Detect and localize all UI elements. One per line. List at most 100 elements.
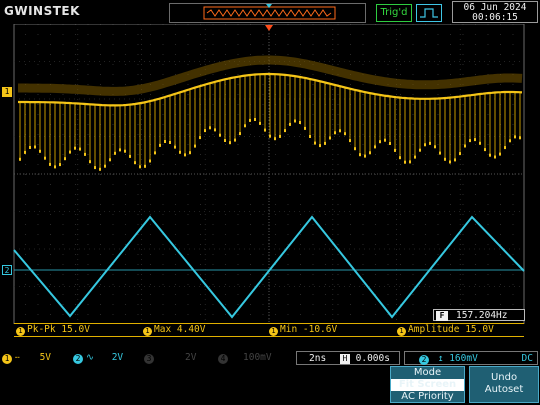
ch1-spike-tip bbox=[94, 166, 96, 170]
ch1-source-icon: 1 bbox=[143, 327, 152, 336]
ch3-number-icon: 3 bbox=[144, 354, 154, 364]
trigger-status-badge: Trig'd bbox=[376, 4, 412, 22]
ch1-spike-tip bbox=[379, 140, 381, 144]
ch1-spike-tip bbox=[449, 160, 451, 164]
time-text: 00:06:15 bbox=[472, 12, 518, 23]
ch4-number-icon: 4 bbox=[218, 354, 228, 364]
ch4-status[interactable]: 4 100mV bbox=[218, 351, 272, 365]
rising-edge-icon: ↥ bbox=[437, 353, 444, 364]
ch1-spike-tip bbox=[329, 136, 331, 140]
ch1-spike-tip bbox=[504, 146, 506, 150]
ch1-spike-tip bbox=[384, 138, 386, 142]
status-bar: 1 ╌ 5V 2 ∿ 2V 3 2V 4 100mV 2ns H 0.000s 2 ↥ … bbox=[0, 351, 540, 365]
frequency-value: 157.204Hz bbox=[456, 310, 508, 321]
ch1-spike-tip bbox=[409, 160, 411, 164]
ch1-spike-tip bbox=[119, 148, 121, 152]
ch1-spike-tip bbox=[454, 158, 456, 162]
ch1-spike-tip bbox=[474, 138, 476, 142]
ch1-ground-marker[interactable]: 1 bbox=[2, 87, 12, 97]
ch1-spike-tip bbox=[59, 163, 61, 167]
ch1-spike-tip bbox=[494, 155, 496, 159]
ch1-spike-tip bbox=[414, 155, 416, 159]
ch1-status[interactable]: 1 ╌ 5V bbox=[2, 351, 51, 365]
ch1-spike-tip bbox=[344, 132, 346, 136]
ch1-spike-tip bbox=[369, 151, 371, 155]
ch1-spike-tip bbox=[479, 141, 481, 145]
trigger-edge-icon bbox=[416, 4, 442, 22]
ch1-spike-tip bbox=[269, 134, 271, 138]
ch1-spike-tip bbox=[304, 126, 306, 130]
measurement-min[interactable]: 1 Min -10.6V bbox=[269, 324, 337, 336]
ch3-status[interactable]: 3 2V bbox=[144, 351, 196, 365]
measurement-max[interactable]: 1 Max 4.40V bbox=[143, 324, 205, 336]
mode-option-fit-screen[interactable]: Fit Screen bbox=[391, 379, 464, 391]
ch1-spike-tip bbox=[444, 157, 446, 161]
dc-coupling-icon: ╌ bbox=[15, 353, 20, 362]
ch1-spike-tip bbox=[309, 135, 311, 138]
ch1-spike-tip bbox=[129, 154, 131, 158]
ch1-spike-tip bbox=[284, 129, 286, 133]
ch1-spike-tip bbox=[124, 149, 126, 153]
ch1-spike-tip bbox=[259, 121, 261, 125]
ch2-status[interactable]: 2 ∿ 2V bbox=[73, 351, 123, 365]
frequency-icon: F bbox=[436, 311, 448, 321]
memory-overview[interactable] bbox=[169, 3, 366, 23]
ch1-spike-tip bbox=[174, 145, 176, 149]
ch1-spike-tip bbox=[509, 139, 511, 143]
ch1-source-icon: 1 bbox=[397, 327, 406, 336]
ch1-spike-tip bbox=[149, 159, 151, 163]
ch1-spike-tip bbox=[184, 153, 186, 157]
ch1-spike-tip bbox=[219, 133, 221, 137]
ch1-source-icon: 1 bbox=[269, 327, 278, 336]
mode-option-ac-priority[interactable]: AC Priority bbox=[391, 391, 464, 403]
ch1-spike-tip bbox=[144, 164, 146, 168]
ch1-spike-tip bbox=[519, 136, 521, 140]
ac-coupling-icon: ∿ bbox=[86, 352, 94, 363]
ch1-spike-tip bbox=[229, 141, 231, 145]
trigger-source-icon: 2 bbox=[419, 355, 429, 365]
ch1-spike-tip bbox=[134, 161, 136, 165]
ch1-spike-tip bbox=[399, 156, 401, 160]
ch1-spike-tip bbox=[484, 148, 486, 152]
ch1-spike-tip bbox=[154, 151, 156, 155]
ch1-spike-tip bbox=[99, 167, 101, 171]
ch1-spike-tip bbox=[49, 162, 51, 166]
ch1-spike-tip bbox=[44, 156, 46, 160]
waveform-graticule bbox=[13, 23, 525, 325]
ch1-spike-tip bbox=[499, 152, 501, 156]
ch1-spike-tip bbox=[169, 141, 171, 144]
ch1-spike-tip bbox=[54, 165, 56, 169]
ch1-spike-tip bbox=[354, 147, 356, 151]
measurement-pkpk[interactable]: 1 Pk-Pk 15.0V bbox=[16, 324, 90, 336]
measurement-bar: 1 Pk-Pk 15.0V 1 Max 4.40V 1 Min -10.6V 1 Amp… bbox=[14, 323, 524, 337]
ch1-spike-tip bbox=[489, 153, 491, 157]
ch1-spike-tip bbox=[389, 142, 391, 145]
ch1-spike-tip bbox=[89, 160, 91, 164]
undo-autoset-button[interactable]: Undo Autoset bbox=[469, 366, 539, 403]
brand-logo: GWINSTEK bbox=[4, 4, 80, 18]
ch1-spike-tip bbox=[324, 141, 326, 145]
waveform-display[interactable]: 1 2 bbox=[0, 23, 540, 325]
ch1-spike-tip bbox=[69, 150, 71, 154]
ch1-spike-tip bbox=[239, 132, 241, 136]
ch1-source-icon: 1 bbox=[16, 327, 25, 336]
ch1-spike-tip bbox=[39, 149, 41, 153]
frequency-readout: F 157.204Hz bbox=[433, 309, 525, 321]
trigger-status[interactable]: 2 ↥ 160mV DC bbox=[404, 351, 538, 365]
ch2-ground-marker[interactable]: 2 bbox=[2, 265, 12, 275]
ch1-spike-tip bbox=[339, 129, 341, 133]
ch1-spike-tip bbox=[84, 152, 86, 156]
ch1-number-icon: 1 bbox=[2, 354, 12, 364]
ch1-spike-tip bbox=[109, 158, 111, 162]
mode-softkey[interactable]: Mode Fit Screen AC Priority bbox=[390, 366, 465, 403]
timebase-status[interactable]: 2ns H 0.000s bbox=[296, 351, 400, 365]
ch1-spike-tip bbox=[24, 150, 26, 154]
measurement-amplitude[interactable]: 1 Amplitude 15.0V bbox=[397, 324, 494, 336]
top-bar: GWINSTEK Trig'd 06 Jun 2024 00:06:15 bbox=[0, 0, 540, 24]
ch1-spike-tip bbox=[274, 137, 276, 141]
ch1-spike-tip bbox=[264, 128, 266, 132]
ch1-spike-tip bbox=[164, 140, 166, 143]
ch1-spike-tip bbox=[394, 148, 396, 152]
ch1-spike-tip bbox=[194, 144, 196, 148]
ch1-spike-tip bbox=[464, 144, 466, 148]
